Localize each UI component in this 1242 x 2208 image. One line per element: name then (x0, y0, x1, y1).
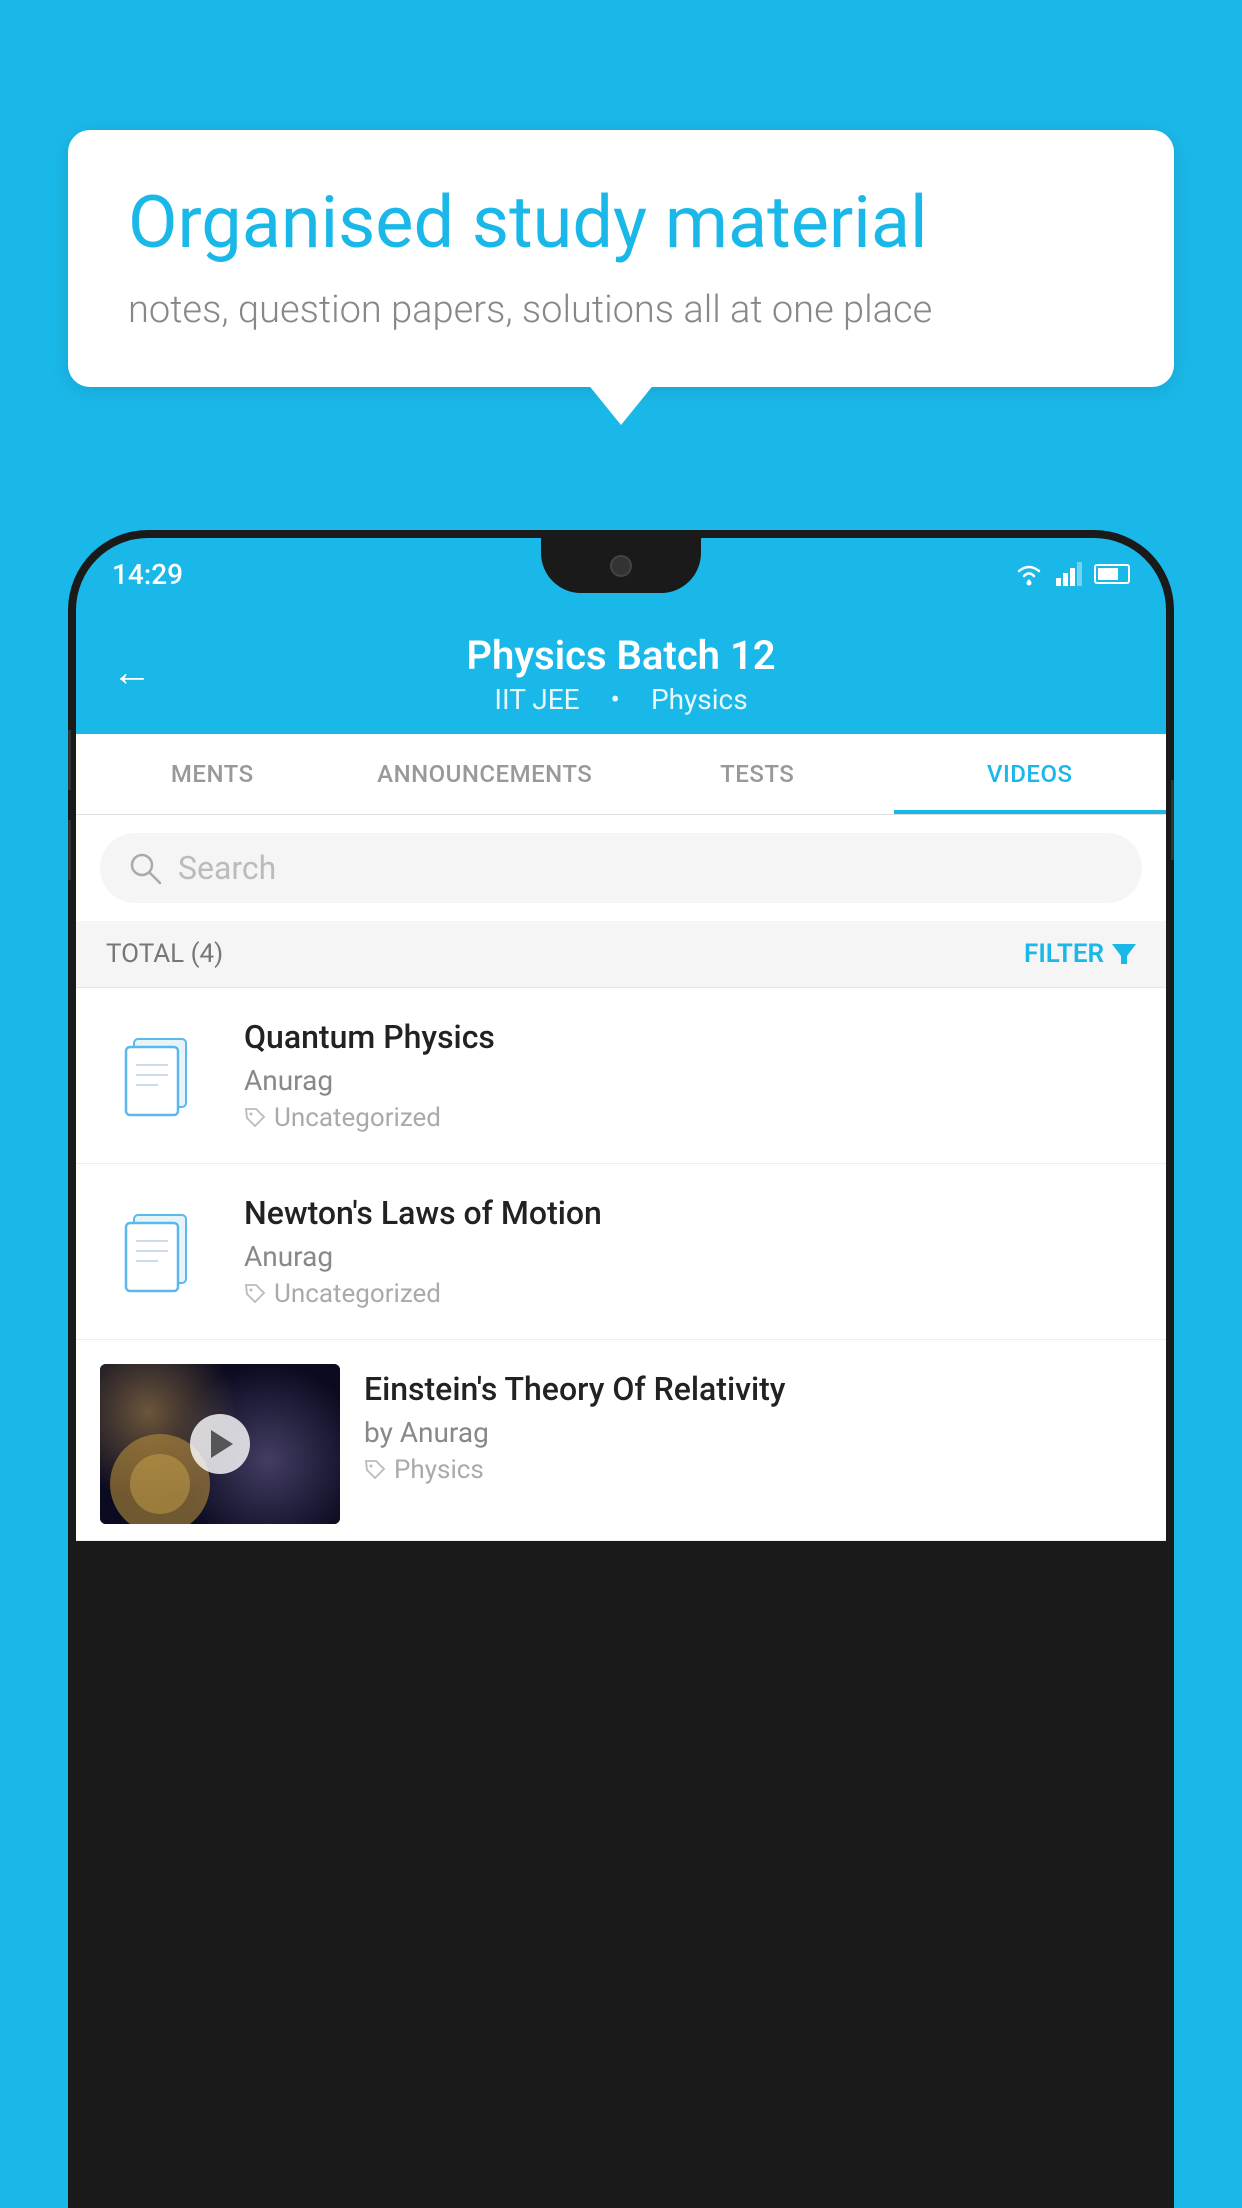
filter-button[interactable]: FILTER (1024, 939, 1136, 969)
filter-bar: TOTAL (4) FILTER (76, 921, 1166, 988)
speech-bubble-subtext: notes, question papers, solutions all at… (128, 288, 1114, 332)
search-icon (128, 851, 162, 885)
tab-ments[interactable]: MENTS (76, 734, 349, 814)
power-button (1171, 780, 1174, 860)
camera (610, 555, 632, 577)
phone-frame: 14:29 (68, 530, 1174, 2208)
app-header: ← Physics Batch 12 IIT JEE • Physics (76, 610, 1166, 734)
search-placeholder: Search (178, 849, 276, 887)
filter-label: FILTER (1024, 939, 1104, 969)
list-item[interactable]: Einstein's Theory Of Relativity by Anura… (76, 1340, 1166, 1541)
video-author: by Anurag (364, 1416, 1142, 1449)
filter-icon (1112, 944, 1136, 964)
tag-icon (244, 1283, 266, 1305)
video-author: Anurag (244, 1064, 1142, 1097)
video-thumbnail (100, 1364, 340, 1524)
file-icon (120, 1207, 200, 1297)
video-author: Anurag (244, 1240, 1142, 1273)
notch (541, 538, 701, 593)
speech-bubble-container: Organised study material notes, question… (68, 130, 1174, 387)
play-triangle (211, 1430, 233, 1458)
tab-tests[interactable]: TESTS (621, 734, 894, 814)
video-tag: Uncategorized (244, 1103, 1142, 1133)
speech-bubble: Organised study material notes, question… (68, 130, 1174, 387)
wifi-icon (1012, 561, 1046, 587)
status-time: 14:29 (112, 558, 183, 591)
video-tag: Uncategorized (244, 1279, 1142, 1309)
tag-icon (244, 1107, 266, 1129)
video-tag: Physics (364, 1455, 1142, 1485)
battery-icon (1094, 564, 1130, 584)
subtitle-sep: • (611, 683, 620, 716)
status-bar: 14:29 (76, 538, 1166, 610)
video-info: Einstein's Theory Of Relativity by Anura… (364, 1364, 1142, 1485)
tab-announcements[interactable]: ANNOUNCEMENTS (349, 734, 622, 814)
file-icon-container (100, 1026, 220, 1126)
video-title: Quantum Physics (244, 1018, 1142, 1056)
volume-down-button (68, 820, 71, 880)
file-icon (120, 1031, 200, 1121)
back-button[interactable]: ← (112, 649, 152, 696)
list-item[interactable]: Newton's Laws of Motion Anurag Uncategor… (76, 1164, 1166, 1340)
play-button[interactable] (190, 1414, 250, 1474)
tab-videos[interactable]: VIDEOS (894, 734, 1167, 814)
list-item[interactable]: Quantum Physics Anurag Uncategorized (76, 988, 1166, 1164)
signal-icon (1056, 562, 1084, 586)
tag-icon (364, 1459, 386, 1481)
batch-subtitle: IIT JEE • Physics (482, 683, 759, 716)
phone-screen: 14:29 (76, 538, 1166, 2208)
video-info: Quantum Physics Anurag Uncategorized (244, 1018, 1142, 1133)
tabs-bar: MENTS ANNOUNCEMENTS TESTS VIDEOS (76, 734, 1166, 815)
total-count: TOTAL (4) (106, 939, 223, 969)
status-icons (1012, 561, 1130, 587)
speech-bubble-heading: Organised study material (128, 180, 1114, 266)
video-title: Einstein's Theory Of Relativity (364, 1370, 1142, 1408)
search-bar[interactable]: Search (100, 833, 1142, 903)
subtitle-physics: Physics (651, 683, 748, 716)
volume-up-button (68, 730, 71, 790)
video-list: Quantum Physics Anurag Uncategorized (76, 988, 1166, 1541)
file-icon-container (100, 1202, 220, 1302)
video-title: Newton's Laws of Motion (244, 1194, 1142, 1232)
batch-title: Physics Batch 12 (466, 632, 775, 679)
search-container: Search (76, 815, 1166, 921)
video-info: Newton's Laws of Motion Anurag Uncategor… (244, 1194, 1142, 1309)
subtitle-iit: IIT JEE (494, 683, 579, 716)
